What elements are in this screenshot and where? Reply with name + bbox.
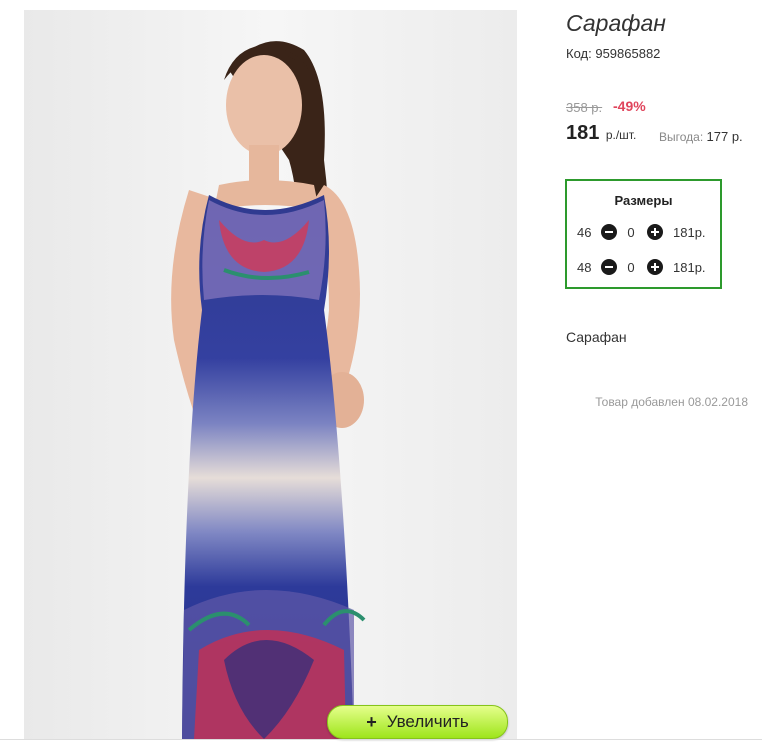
added-date: Товар добавлен 08.02.2018 — [595, 395, 748, 409]
price-unit: р./шт. — [605, 128, 637, 142]
zoom-button[interactable]: + Увеличить — [327, 705, 508, 739]
benefit: Выгода: 177 р. — [659, 129, 743, 144]
size-price: 181р. — [673, 259, 706, 275]
price-row: 181 р./шт. — [566, 122, 636, 145]
added-label: Товар добавлен — [595, 395, 685, 409]
plus-icon[interactable] — [647, 259, 663, 275]
added-date-value: 08.02.2018 — [687, 395, 748, 409]
size-label: 48 — [577, 259, 592, 275]
current-price: 181 — [566, 122, 600, 144]
size-label: 46 — [577, 224, 592, 240]
benefit-value: 177 р. — [706, 129, 743, 144]
quantity-value: 0 — [627, 259, 635, 275]
size-row: 48 0 181р. — [577, 258, 706, 276]
product-code-value: 959865882 — [595, 46, 661, 61]
plus-icon: + — [366, 711, 377, 732]
benefit-label: Выгода: — [659, 130, 704, 144]
sizes-title: Размеры — [614, 193, 673, 208]
product-code-label: Код: — [566, 46, 592, 61]
product-photo[interactable] — [24, 10, 517, 739]
product-title: Сарафан — [566, 10, 666, 36]
product-description: Сарафан — [566, 329, 627, 345]
product-code: Код: 959865882 — [566, 46, 660, 61]
plus-icon[interactable] — [647, 224, 663, 240]
minus-icon[interactable] — [601, 259, 617, 275]
sizes-box: Размеры 46 0 181р. 48 0 181р. — [565, 179, 722, 289]
quantity-value: 0 — [627, 224, 635, 240]
size-row: 46 0 181р. — [577, 223, 706, 241]
size-price: 181р. — [673, 224, 706, 240]
discount-badge: -49% — [613, 98, 646, 114]
minus-icon[interactable] — [601, 224, 617, 240]
old-price: 358 р. — [566, 100, 603, 115]
divider — [0, 739, 762, 740]
zoom-button-label: Увеличить — [386, 712, 469, 731]
dress-model-image — [24, 10, 517, 739]
